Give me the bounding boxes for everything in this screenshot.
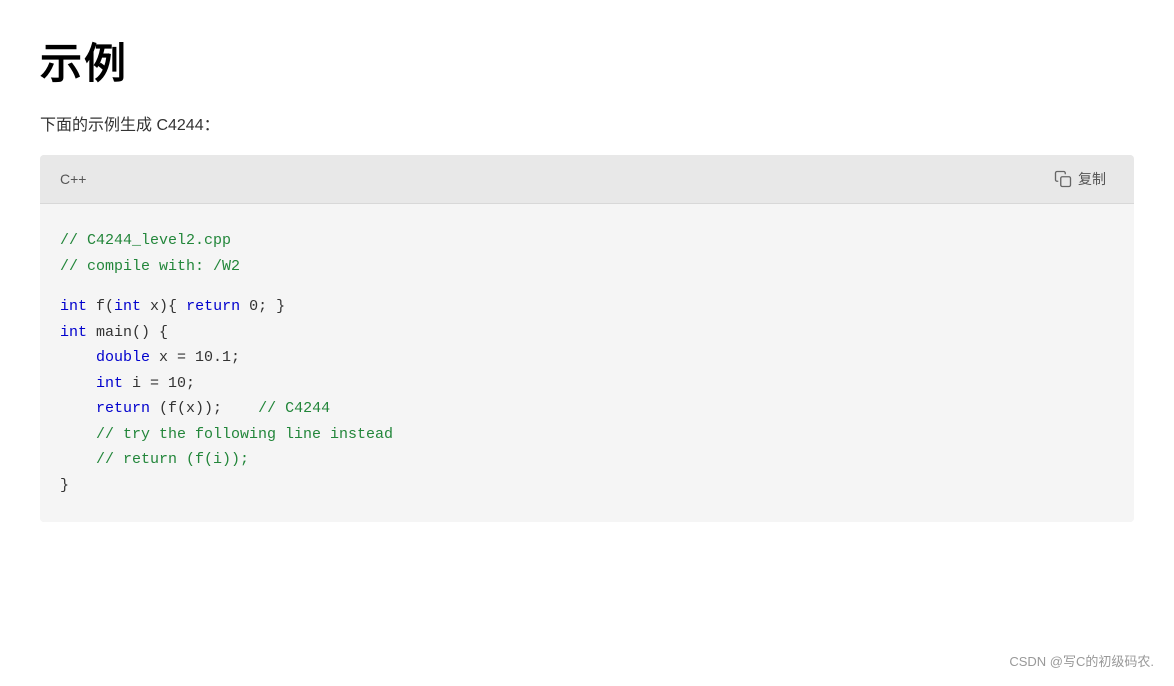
code-line: int main() { <box>60 320 1114 346</box>
code-block-body: // C4244_level2.cpp// compile with: /W2 i… <box>40 204 1134 522</box>
code-line: int f(int x){ return 0; } <box>60 294 1114 320</box>
code-lang-label: C++ <box>60 171 86 187</box>
copy-label: 复制 <box>1078 169 1106 189</box>
code-line: int i = 10; <box>60 371 1114 397</box>
description-label: 下面的示例生成 C4244： <box>40 117 220 134</box>
code-line: // return (f(i)); <box>60 447 1114 473</box>
code-block-header: C++ 复制 <box>40 155 1134 204</box>
code-line: return (f(x)); // C4244 <box>60 396 1114 422</box>
copy-icon <box>1054 170 1072 188</box>
code-line: // compile with: /W2 <box>60 254 1114 280</box>
copy-button[interactable]: 复制 <box>1046 165 1114 193</box>
code-block: C++ 复制 // C4244_level2.cpp// compile wit… <box>40 155 1134 522</box>
code-line: } <box>60 473 1114 499</box>
code-line: // try the following line instead <box>60 422 1114 448</box>
code-line: // C4244_level2.cpp <box>60 228 1114 254</box>
page-title: 示例 <box>40 30 1134 91</box>
description-text: 下面的示例生成 C4244： <box>40 111 1134 135</box>
code-line: double x = 10.1; <box>60 345 1114 371</box>
footer-attribution: CSDN @写C的初级码农. <box>1009 651 1154 670</box>
